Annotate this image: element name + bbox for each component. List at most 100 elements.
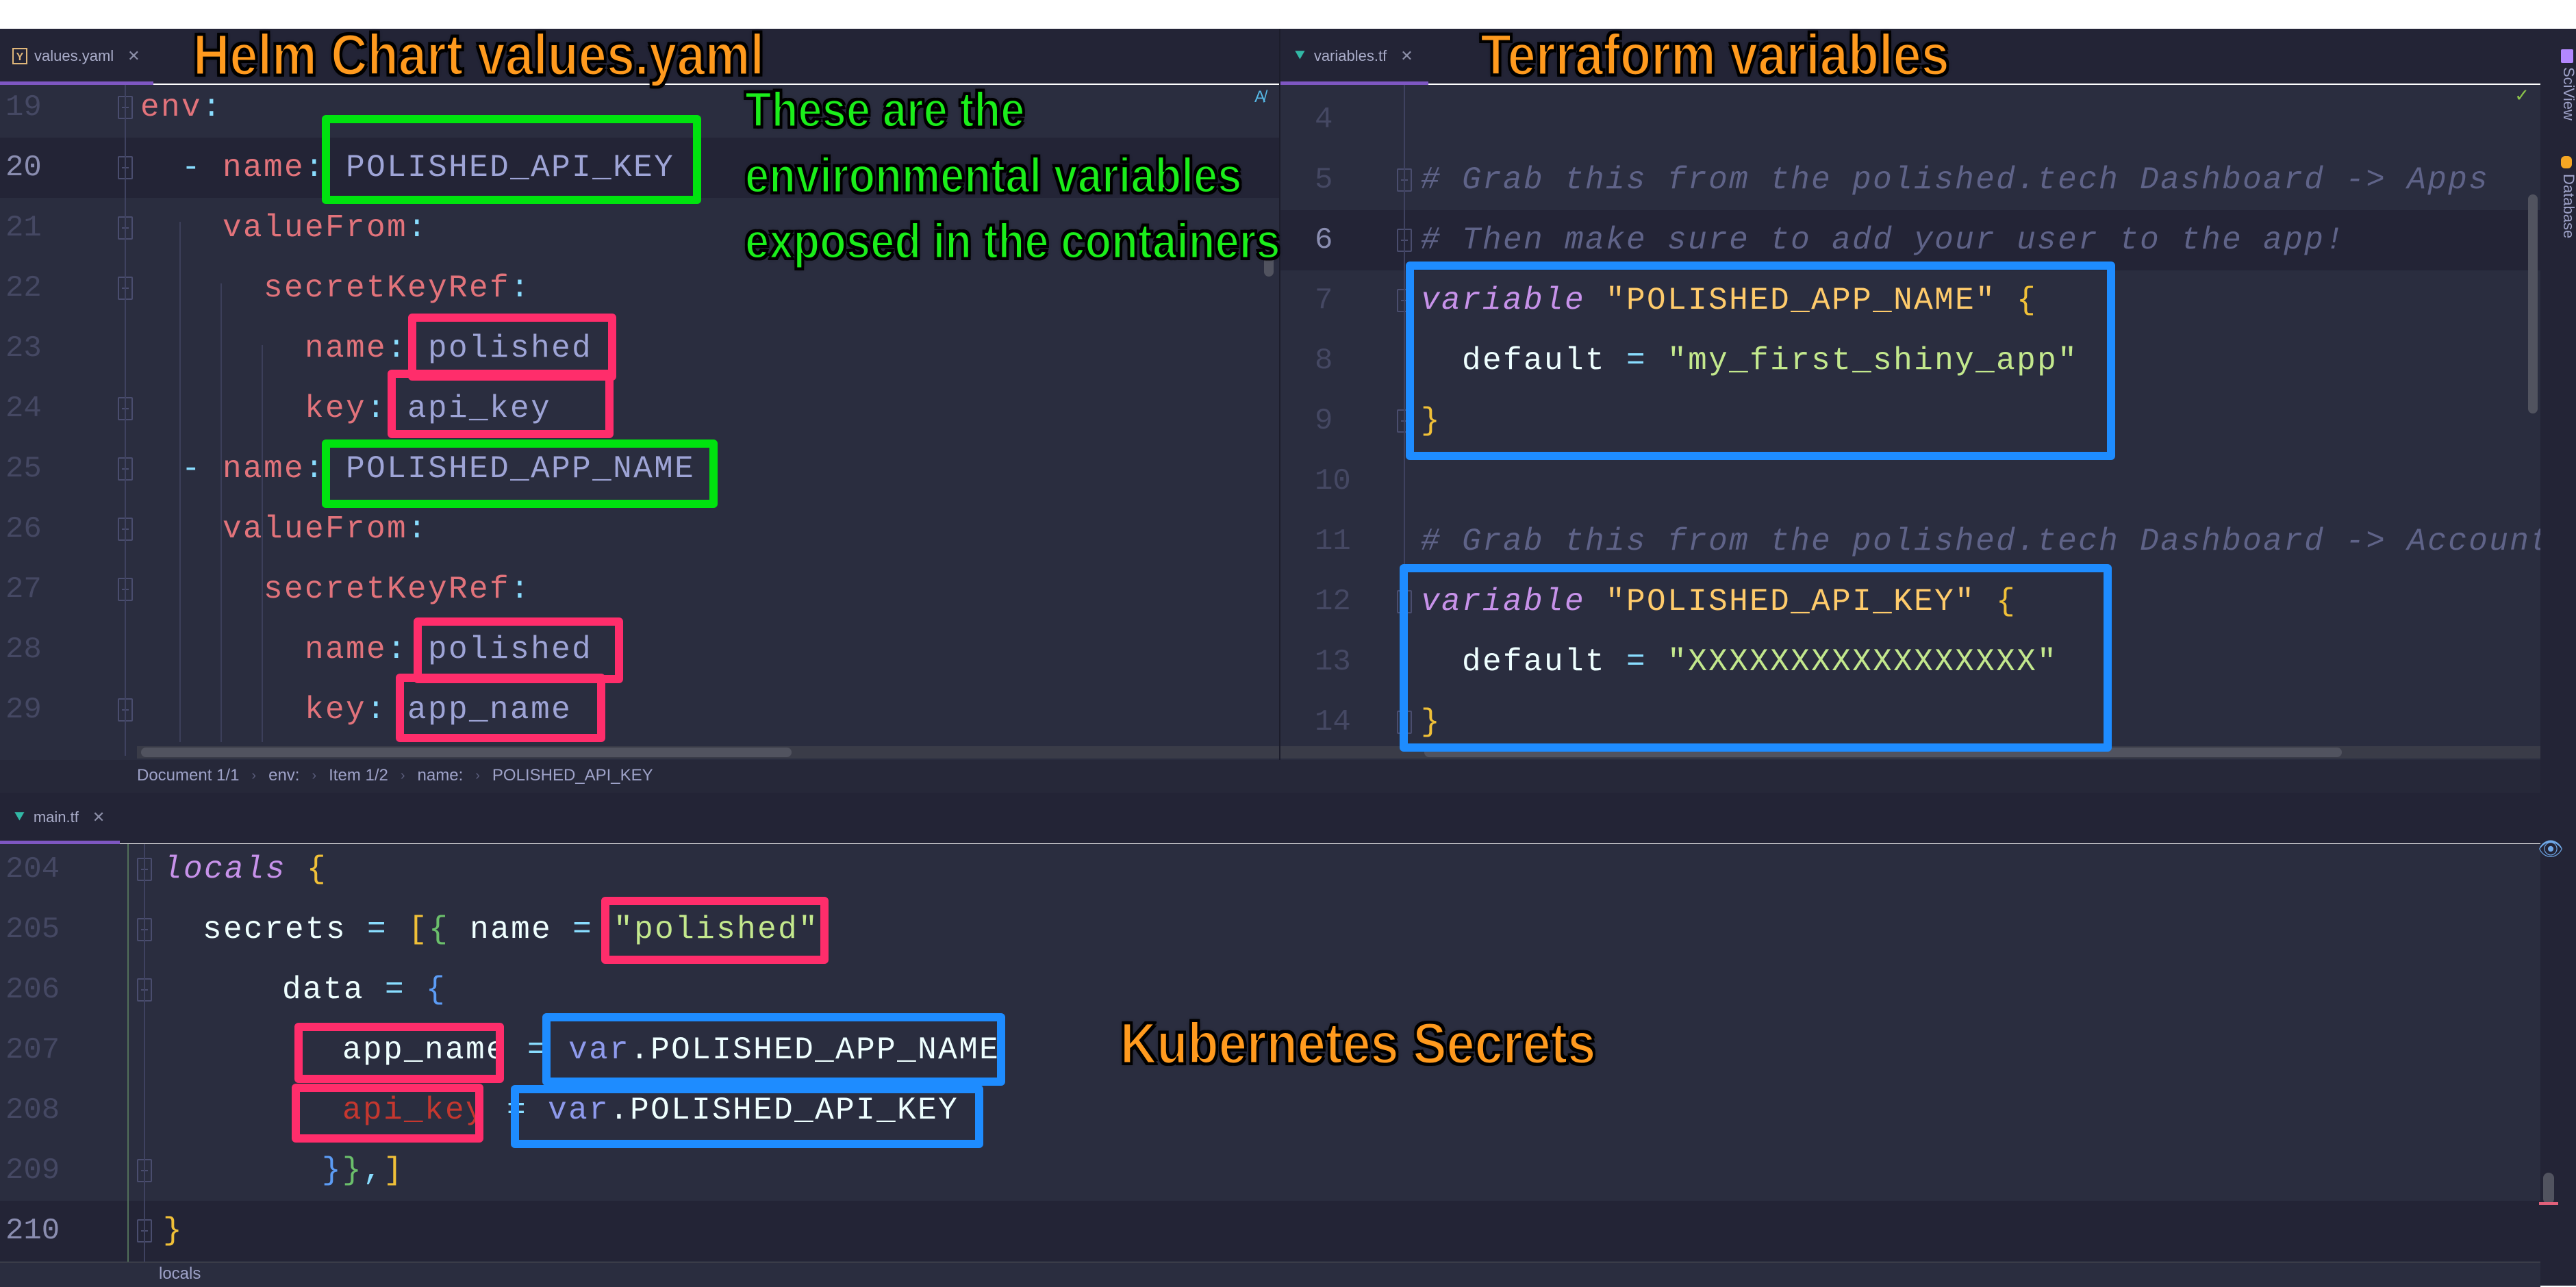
breadcrumb-item[interactable]: POLISHED_API_KEY <box>492 766 653 785</box>
highlight-tf-api-key-var <box>1400 564 2112 752</box>
code-token: name <box>223 451 305 487</box>
database-button[interactable]: Database <box>2560 156 2576 266</box>
code-token: = <box>346 912 409 947</box>
close-icon[interactable]: ✕ <box>1400 47 1413 65</box>
code-token: - <box>181 451 223 487</box>
code-line[interactable]: secretKeyRef: <box>264 559 531 620</box>
code-token: } <box>163 1213 184 1249</box>
code-token: name <box>305 632 388 667</box>
grid-icon <box>2561 49 2573 63</box>
line-number: 12 <box>1315 585 1351 619</box>
code-line[interactable]: }},] <box>322 1141 404 1201</box>
terraform-callout: Terraform variables <box>1480 22 1950 88</box>
code-token: valueFrom <box>223 210 408 246</box>
sciview-button[interactable]: SciView <box>2560 49 2576 152</box>
yaml-file-icon: Y <box>12 48 27 64</box>
code-line[interactable]: secretKeyRef: <box>264 258 531 318</box>
code-line[interactable]: # Grab this from the polished.tech Dashb… <box>1421 150 2489 210</box>
tab-label: main.tf <box>33 808 79 826</box>
helm-chart-callout: Helm Chart values.yaml <box>192 22 766 88</box>
breadcrumb: Document 1/1 › env: › Item 1/2 › name: › POLISHE… <box>0 760 2540 791</box>
env-vars-note-line2: environmental variables <box>744 148 1243 205</box>
code-line[interactable]: # Grab this from the polished.tech Dashb… <box>1421 511 2551 572</box>
left-margin-line <box>127 844 129 1262</box>
check-icon: ✓ <box>2514 85 2529 105</box>
line-number: 7 <box>1315 283 1333 318</box>
line-number: 29 <box>5 693 42 727</box>
fold-gutter-line <box>125 85 126 756</box>
code-token: : <box>366 391 388 426</box>
breadcrumb-separator-icon: › <box>251 767 257 783</box>
line-number: 26 <box>5 512 42 546</box>
line-number: 27 <box>5 572 42 607</box>
code-token: { <box>429 912 450 947</box>
env-vars-note-line3: exposed in the containers <box>744 214 1281 270</box>
code-token: { <box>426 972 447 1008</box>
tab-main-tf[interactable]: ⯆ main.tf ✕ <box>0 793 120 842</box>
current-line-highlight <box>0 1201 2540 1261</box>
code-token: : <box>510 270 531 306</box>
code-token: secretKeyRef <box>264 270 511 306</box>
close-icon[interactable]: ✕ <box>127 47 140 65</box>
highlight-env-api-key <box>322 115 701 204</box>
k8s-secrets-callout: Kubernetes Secrets <box>1120 1010 1597 1077</box>
line-number: 24 <box>5 392 42 426</box>
breadcrumb-separator-icon: › <box>475 767 480 783</box>
code-token: # Then make sure to add your user to the… <box>1421 222 2346 258</box>
indent-guide <box>262 345 263 742</box>
highlight-secret-name-polished <box>601 897 829 964</box>
line-number: 23 <box>5 331 42 366</box>
highlight-secret-key-2 <box>396 674 605 742</box>
code-token: name <box>449 912 553 947</box>
line-number: 205 <box>5 913 60 947</box>
code-token: = <box>364 972 427 1008</box>
breadcrumb-item[interactable]: name: <box>418 766 464 785</box>
line-number: 5 <box>1315 163 1333 197</box>
code-line[interactable]: locals { <box>163 839 327 900</box>
breadcrumb-item[interactable]: Item 1/2 <box>329 766 388 785</box>
highlight-var-app-name <box>542 1013 1005 1086</box>
breadcrumb-item[interactable]: Document 1/1 <box>137 766 239 785</box>
yaml-breadcrumb-bar: Document 1/1 › env: › Item 1/2 › name: › POLISHE… <box>0 760 2540 793</box>
code-token: secrets <box>203 912 347 947</box>
code-token: # Grab this from the polished.tech Dashb… <box>1421 524 2551 559</box>
code-token: valueFrom <box>223 511 408 547</box>
breadcrumb-item[interactable]: locals <box>159 1264 201 1284</box>
code-token: } <box>322 1153 343 1188</box>
code-line[interactable]: } <box>163 1201 184 1261</box>
breadcrumb-item[interactable]: env: <box>268 766 299 785</box>
fold-gutter-line <box>144 844 145 1262</box>
highlight-env-app-name <box>322 439 718 508</box>
code-token: , <box>363 1153 384 1188</box>
indent-guide <box>179 222 181 742</box>
code-line[interactable]: valueFrom: <box>223 499 428 559</box>
line-number: 204 <box>5 852 60 887</box>
code-token: : <box>407 210 429 246</box>
code-token: } <box>342 1153 364 1188</box>
env-vars-note-line1: These are the <box>744 82 1026 139</box>
highlight-data-api-key <box>292 1084 483 1143</box>
indent-guide <box>220 283 222 742</box>
line-number: 28 <box>5 633 42 667</box>
vertical-scrollbar[interactable] <box>2528 194 2538 413</box>
code-token: name <box>305 331 388 366</box>
highlight-data-app-name <box>294 1023 504 1083</box>
horizontal-scrollbar[interactable] <box>141 748 792 757</box>
spellcheck-icon[interactable]: A̸ <box>1254 88 1265 107</box>
line-number: 21 <box>5 211 42 245</box>
vertical-scrollbar[interactable] <box>2543 1173 2554 1204</box>
line-number: 13 <box>1315 645 1351 679</box>
code-line[interactable]: valueFrom: <box>223 198 428 258</box>
tab-variables-tf[interactable]: ⯆ variables.tf ✕ <box>1280 29 1428 84</box>
code-token: - <box>181 150 223 186</box>
line-number: 22 <box>5 271 42 305</box>
close-icon[interactable]: ✕ <box>92 808 105 826</box>
tab-values-yaml[interactable]: Y values.yaml ✕ <box>0 29 153 84</box>
tab-label: variables.tf <box>1313 47 1387 64</box>
preview-eye-icon[interactable]: 👁 <box>2538 837 2564 861</box>
code-token: { <box>307 852 328 887</box>
line-number: 14 <box>1315 705 1351 739</box>
code-token: key <box>305 692 367 728</box>
code-line[interactable]: data = { <box>282 960 446 1020</box>
